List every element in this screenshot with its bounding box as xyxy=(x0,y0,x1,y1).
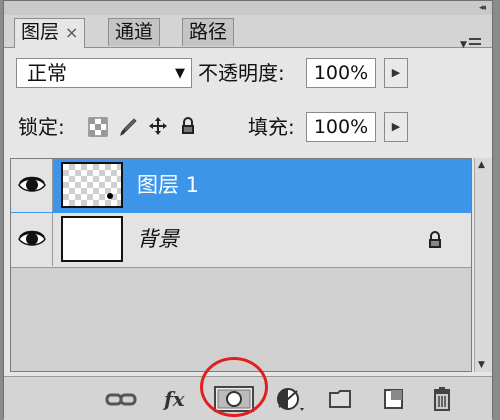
bottom-toolbar: fx xyxy=(4,357,492,420)
tab-channels-label: 通道 xyxy=(115,21,154,43)
lock-label: 锁定: xyxy=(18,115,65,139)
eye-icon xyxy=(18,230,46,246)
visibility-toggle[interactable] xyxy=(11,213,53,266)
move-icon[interactable] xyxy=(148,116,168,136)
panel-content: 正常 ▼ 不透明度: 100% ▶ 锁定: 填充: 100% ▶ 图层 1 背景… xyxy=(4,48,492,420)
tab-layers-label: 图层 xyxy=(21,21,60,43)
chevron-down-icon: ▼ xyxy=(175,66,185,81)
tab-paths[interactable]: 路径 xyxy=(182,18,235,46)
trash-icon[interactable] xyxy=(430,386,454,412)
tab-channels[interactable]: 通道 xyxy=(108,18,161,46)
tab-layers[interactable]: 图层 × xyxy=(14,18,86,48)
opacity-label: 不透明度: xyxy=(198,61,285,85)
fill-field[interactable]: 100% xyxy=(306,112,376,142)
fill-slider-button[interactable]: ▶ xyxy=(384,112,408,142)
fill-label: 填充: xyxy=(248,115,295,139)
layers-panel: ◂◂ 图层 × 通道 路径 ▼ 正常 ▼ 不透明度: 100% ▶ 锁定: 填充… xyxy=(3,0,493,420)
blend-mode-select[interactable]: 正常 ▼ xyxy=(16,58,192,88)
tab-paths-label: 路径 xyxy=(189,21,228,43)
eye-icon xyxy=(18,176,46,192)
layer-list-scrollbar[interactable]: ▲ ▼ xyxy=(474,158,492,372)
highlight-circle xyxy=(200,357,268,417)
lock-transparency-icon[interactable] xyxy=(88,117,108,137)
layer-row-background[interactable]: 背景 xyxy=(11,213,471,268)
collapse-icon[interactable]: ◂◂ xyxy=(479,3,486,13)
opacity-field[interactable]: 100% xyxy=(306,58,376,88)
opacity-slider-button[interactable]: ▶ xyxy=(384,58,408,88)
close-icon[interactable]: × xyxy=(65,23,78,42)
link-layers-icon[interactable] xyxy=(104,386,138,412)
layer-name[interactable]: 图层 1 xyxy=(137,170,199,200)
scroll-down-icon[interactable]: ▼ xyxy=(478,360,485,370)
blend-mode-value: 正常 xyxy=(27,61,67,85)
new-group-icon[interactable] xyxy=(328,386,354,412)
tab-bar: 图层 × 通道 路径 ▼ xyxy=(4,15,492,50)
layer-row-layer1[interactable]: 图层 1 xyxy=(11,159,471,214)
lock-all-icon[interactable] xyxy=(178,116,198,136)
adjustment-layer-icon[interactable] xyxy=(276,386,306,412)
lock-icon xyxy=(429,231,441,248)
new-layer-icon[interactable] xyxy=(382,386,406,412)
layer-thumbnail xyxy=(61,216,123,262)
brush-icon[interactable] xyxy=(118,117,138,137)
layer-list: 图层 1 背景 xyxy=(10,158,472,372)
layer-name[interactable]: 背景 xyxy=(137,224,179,254)
scroll-up-icon[interactable]: ▲ xyxy=(478,160,485,170)
panel-header-strip: ◂◂ xyxy=(4,1,492,15)
layer-thumbnail xyxy=(61,162,123,208)
visibility-toggle[interactable] xyxy=(11,159,53,212)
fx-icon[interactable]: fx xyxy=(164,386,185,412)
